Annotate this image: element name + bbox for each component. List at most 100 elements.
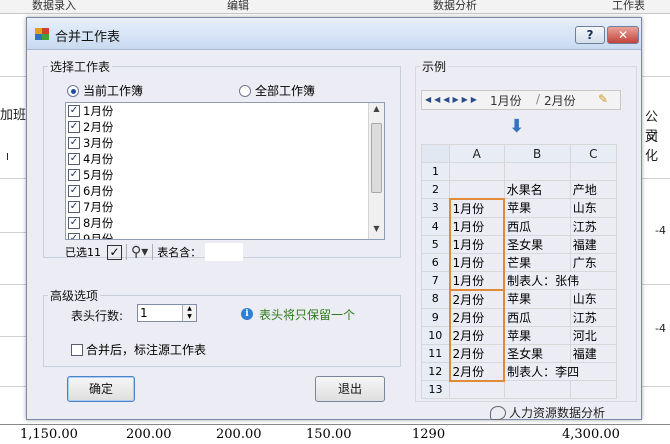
- stepper-arrows-icon[interactable]: ▲ ▼: [182, 305, 196, 321]
- down-arrow-icon: ⬇: [509, 116, 525, 137]
- sheet-name: 3月份: [83, 136, 114, 150]
- grid-cell: 2月份: [448, 361, 506, 382]
- checkbox-checked[interactable]: ✓: [68, 201, 80, 213]
- selected-count: 已选11: [65, 246, 101, 259]
- ribbon-tab-worksheet[interactable]: 工作表: [612, 0, 645, 13]
- ok-button[interactable]: 确定: [67, 376, 135, 402]
- example-preview: ◀◀◀▶▶▶ 1月份 / 2月份 ✎ ⬇ A B C 1 2 水果名 产地 3 1月份 苹果…: [421, 90, 621, 399]
- grid-cell: 圣女果: [503, 343, 571, 363]
- select-all-checkbox[interactable]: ✓: [107, 244, 122, 260]
- bg-cell-right-2: 文化: [645, 130, 659, 164]
- grid-cell: 2月份: [448, 325, 506, 345]
- list-item[interactable]: ✓ 6月份: [66, 183, 384, 199]
- checkbox-checked[interactable]: ✓: [68, 217, 80, 229]
- sheet-name: 2月份: [83, 120, 114, 134]
- list-status-row: 已选11 ✓ ⚲▾ 表名含：: [65, 242, 385, 262]
- advanced-options-legend: 高级选项: [50, 289, 99, 303]
- col-header: A: [449, 144, 505, 163]
- grid-cell: 水果名: [503, 180, 571, 199]
- grid-cell: 广东: [569, 252, 618, 272]
- grid-cell: 2月份: [448, 288, 506, 309]
- radio-dot-unchecked[interactable]: [239, 84, 251, 97]
- info-icon: i: [241, 308, 253, 320]
- row-header: 12: [421, 361, 450, 381]
- grid-row: 10 2月份 苹果 河北: [421, 325, 618, 345]
- checkbox-checked[interactable]: ✓: [68, 233, 80, 239]
- scroll-down-icon[interactable]: ▼: [369, 224, 384, 238]
- ribbon-tab-edit[interactable]: 编辑: [227, 0, 249, 13]
- list-item[interactable]: ✓ 5月份: [66, 167, 384, 183]
- grid-cell: [503, 162, 571, 181]
- grid-cell: 制表人：李四: [503, 361, 618, 381]
- radio-current-workbook[interactable]: 当前工作簿: [67, 82, 143, 99]
- grid-cell: [569, 380, 618, 399]
- dialog-titlebar[interactable]: 合并工作表 ? ✕: [27, 18, 641, 50]
- radio-all-label: 全部工作簿: [255, 84, 316, 98]
- grid-cell: 1月份: [448, 252, 506, 272]
- sheet-name: 6月份: [83, 184, 114, 198]
- help-button[interactable]: ?: [575, 26, 605, 44]
- row-header: 13: [421, 380, 450, 399]
- watermark-text: 人力资源数据分析: [509, 406, 606, 420]
- ribbon-tab-data-entry[interactable]: 数据录入: [32, 0, 76, 13]
- list-item[interactable]: ✓ 2月份: [66, 119, 384, 135]
- radio-dot-checked[interactable]: [67, 84, 79, 97]
- bg-gridline: [0, 284, 26, 285]
- row-header: 7: [421, 270, 450, 290]
- example-tab: 2月份: [544, 94, 576, 108]
- bg-gridline: [0, 336, 26, 337]
- grid-cell: 产地: [569, 180, 618, 199]
- row-header: 11: [421, 343, 450, 363]
- checkbox-checked[interactable]: ✓: [68, 121, 80, 133]
- exit-button[interactable]: 退出: [315, 376, 385, 402]
- scroll-up-icon[interactable]: ▲: [369, 104, 384, 118]
- grid-cell: [503, 380, 571, 399]
- filter-icon[interactable]: ⚲▾: [131, 244, 148, 260]
- dialog-title: 合并工作表: [55, 30, 121, 45]
- checkbox-checked[interactable]: ✓: [68, 137, 80, 149]
- sheet-name: 5月份: [83, 168, 114, 182]
- grid-cell: [449, 380, 505, 399]
- bg-gridline: [642, 178, 670, 179]
- grid-cell: 1月份: [448, 270, 506, 291]
- sheet-list[interactable]: ✓ 1月份 ✓ 2月份 ✓ 3月份 ✓ 4月份 ✓ 5月份 ✓ 6月份 ✓ 7月份 ✓ 8月份 …: [65, 102, 385, 240]
- bottom-cell: 1,150.00: [20, 427, 78, 442]
- bg-cell-left-1: 加班: [0, 108, 27, 123]
- bottom-cell: 1290: [412, 427, 446, 442]
- list-item[interactable]: ✓ 7月份: [66, 199, 384, 215]
- list-item[interactable]: ✓ 9月份: [66, 231, 384, 239]
- row-header: 6: [421, 252, 450, 272]
- sheet-name-filter-label: 表名含：: [157, 246, 202, 259]
- row-header: 10: [421, 325, 450, 345]
- close-button[interactable]: ✕: [607, 26, 639, 44]
- ribbon-tab-data-analysis[interactable]: 数据分析: [433, 0, 477, 13]
- grid-cell: 西瓜: [503, 216, 571, 236]
- checkbox-checked[interactable]: ✓: [68, 153, 80, 165]
- sheet-name: 1月份: [83, 104, 114, 118]
- list-item[interactable]: ✓ 8月份: [66, 215, 384, 231]
- sheet-name-filter-input[interactable]: [205, 243, 244, 261]
- list-scrollbar[interactable]: ▲ ▼: [368, 103, 384, 239]
- sheet-name: 8月份: [83, 216, 114, 230]
- list-item[interactable]: ✓ 3月份: [66, 135, 384, 151]
- header-rows-value[interactable]: 1: [140, 306, 148, 320]
- grid-row: 13: [421, 380, 618, 399]
- checkbox-checked[interactable]: ✓: [68, 185, 80, 197]
- scroll-thumb[interactable]: [371, 123, 382, 193]
- mark-source-checkbox-row[interactable]: 合并后，标注源工作表: [71, 341, 206, 358]
- radio-all-workbooks[interactable]: 全部工作簿: [239, 82, 315, 99]
- divider: [126, 244, 127, 260]
- bg-cell-right-4: -4: [655, 322, 666, 335]
- header-rows-stepper[interactable]: 1 ▲ ▼: [137, 304, 197, 322]
- grid-row: 4 1月份 西瓜 江苏: [421, 216, 618, 236]
- list-item[interactable]: ✓ 4月份: [66, 151, 384, 167]
- grid-row: 9 2月份 西瓜 江苏: [421, 307, 618, 327]
- checkbox-checked[interactable]: ✓: [68, 105, 80, 117]
- grid-row: 6 1月份 芒果 广东: [421, 252, 618, 272]
- grid-row: 11 2月份 圣女果 福建: [421, 343, 618, 363]
- grid-cell: 1月份: [448, 216, 506, 236]
- list-item[interactable]: ✓ 1月份: [66, 103, 384, 119]
- checkbox-checked[interactable]: ✓: [68, 169, 80, 181]
- radio-current-label: 当前工作簿: [83, 84, 144, 98]
- mark-source-checkbox[interactable]: [71, 343, 83, 356]
